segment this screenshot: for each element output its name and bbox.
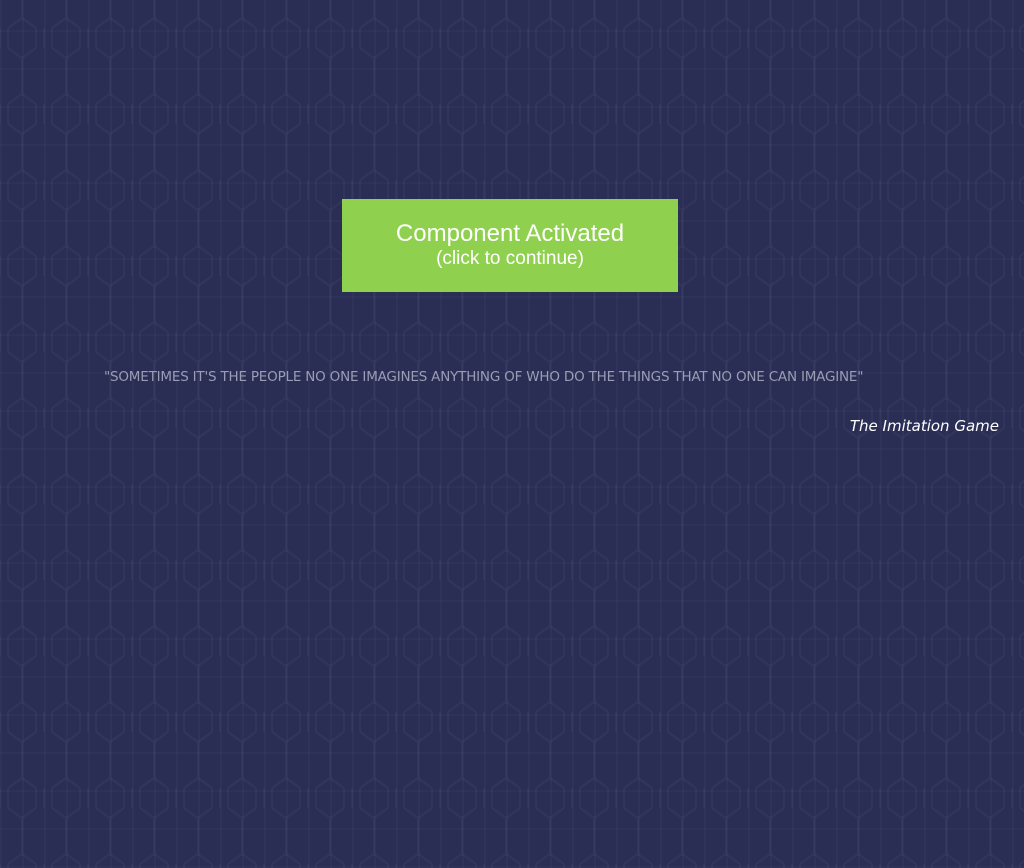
button-title: Component Activated [395,220,625,247]
quote-source: The Imitation Game [849,417,999,435]
quote-text: "SOMETIMES IT'S THE PEOPLE NO ONE IMAGIN… [104,369,864,385]
button-subtitle: (click to continue) [436,248,584,269]
component-activated-button[interactable]: Component Activated (click to continue) [342,199,678,292]
